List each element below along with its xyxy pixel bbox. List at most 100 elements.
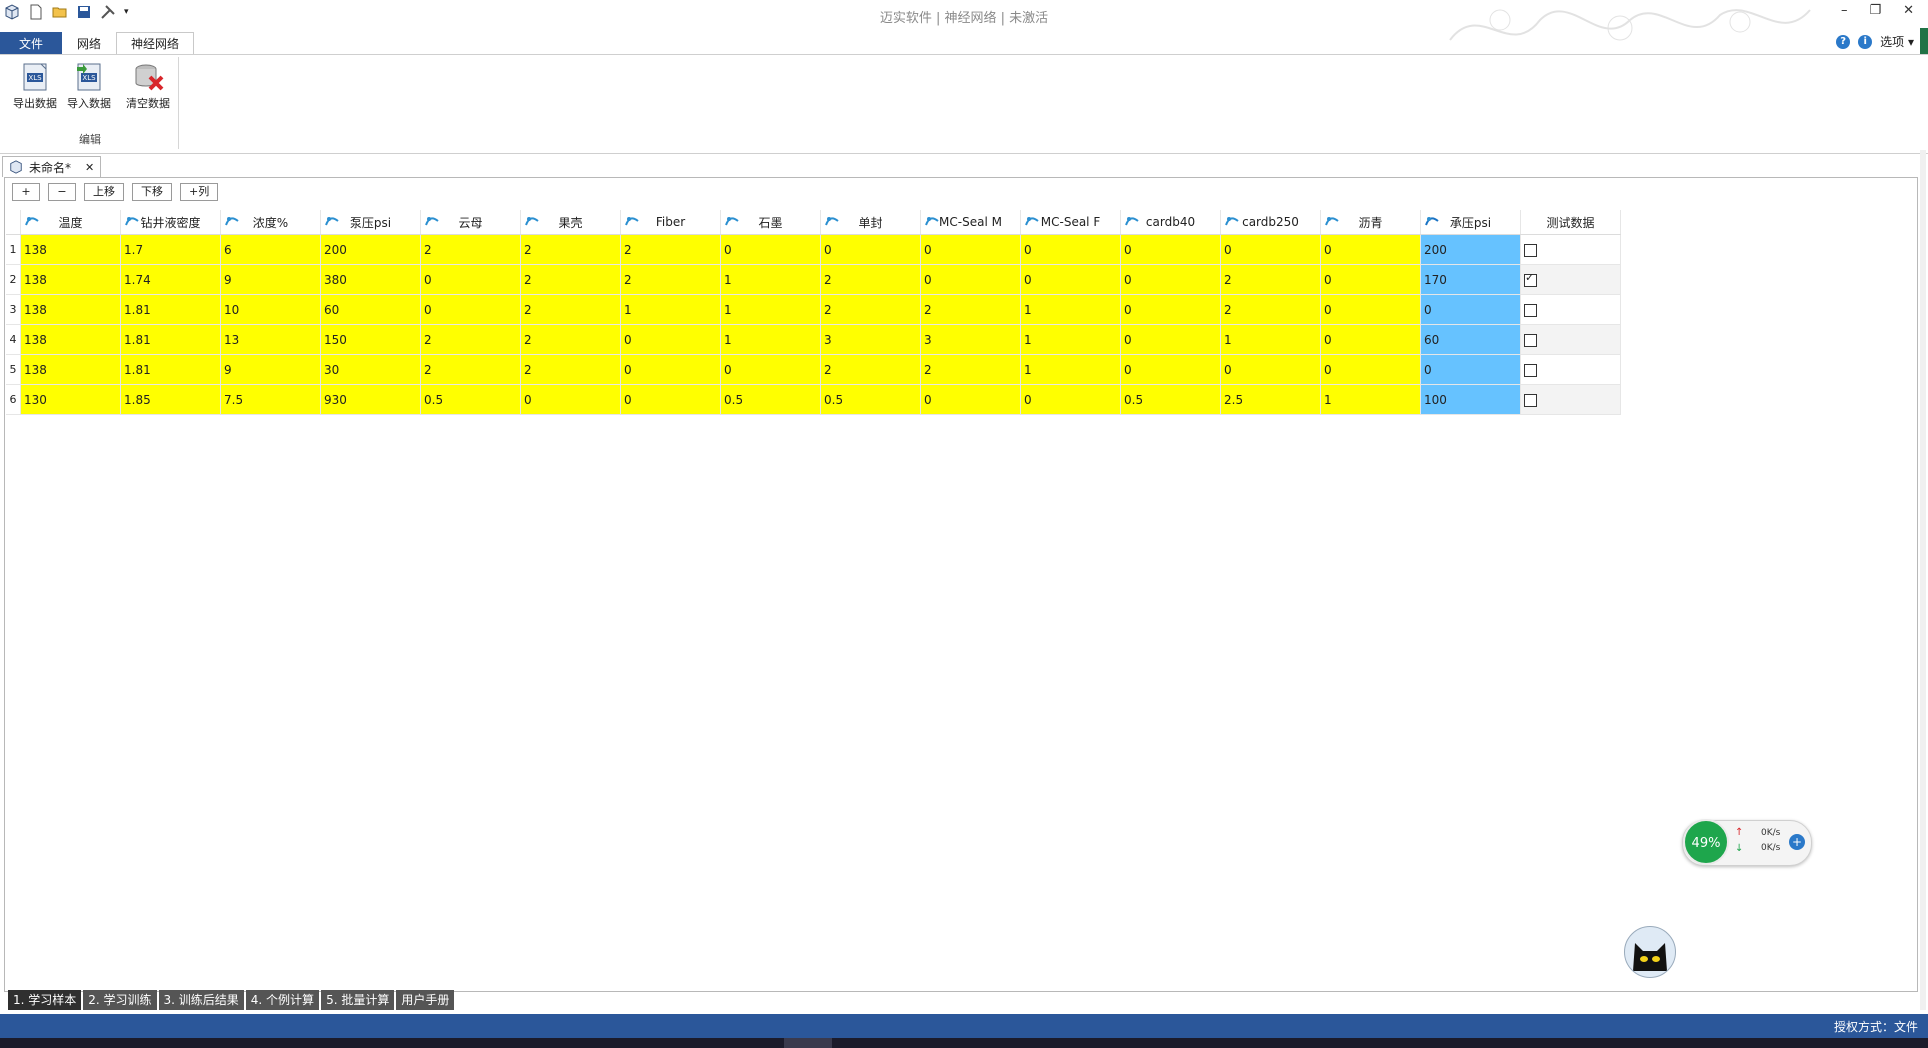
input-cell[interactable]: 2	[520, 354, 621, 385]
input-cell[interactable]: 6	[220, 234, 321, 265]
input-cell[interactable]: 0	[820, 234, 921, 265]
input-cell[interactable]: 9	[220, 264, 321, 295]
test-data-checkbox[interactable]	[1524, 303, 1537, 317]
tab-learning-samples[interactable]: 1. 学习样本	[8, 990, 82, 1010]
taskbar-active-item[interactable]	[784, 1038, 832, 1048]
info-icon[interactable]: i	[1858, 34, 1873, 49]
tab-neural-network[interactable]: 神经网络	[116, 32, 195, 55]
input-cell[interactable]: 130	[20, 384, 121, 415]
input-cell[interactable]: 1	[1220, 324, 1321, 355]
input-cell[interactable]: 0	[1020, 264, 1121, 295]
input-cell[interactable]: 0	[420, 294, 521, 325]
column-header[interactable]: 温度	[20, 210, 121, 235]
input-cell[interactable]: 0	[1320, 264, 1421, 295]
input-cell[interactable]: 30	[320, 354, 421, 385]
input-cell[interactable]: 2	[620, 264, 721, 295]
input-cell[interactable]: 1	[1320, 384, 1421, 415]
tab-network[interactable]: 网络	[62, 32, 116, 55]
remove-row-button[interactable]: −	[48, 183, 76, 201]
input-cell[interactable]: 1	[720, 294, 821, 325]
input-cell[interactable]: 0	[620, 354, 721, 385]
input-cell[interactable]: 0	[1020, 234, 1121, 265]
input-cell[interactable]: 0	[720, 234, 821, 265]
input-cell[interactable]: 0	[1220, 234, 1321, 265]
input-cell[interactable]: 10	[220, 294, 321, 325]
input-cell[interactable]: 2.5	[1220, 384, 1321, 415]
input-cell[interactable]: 138	[20, 264, 121, 295]
input-cell[interactable]: 1.74	[120, 264, 221, 295]
input-cell[interactable]: 3	[820, 324, 921, 355]
input-cell[interactable]: 2	[420, 354, 521, 385]
import-data-button[interactable]: XLS 导入数据	[64, 61, 114, 111]
test-data-checkbox[interactable]	[1524, 363, 1537, 377]
column-header[interactable]: MC-Seal M	[920, 210, 1021, 235]
input-cell[interactable]: 0	[1120, 234, 1221, 265]
help-icon[interactable]: ?	[1836, 34, 1851, 49]
output-cell[interactable]: 60	[1420, 324, 1521, 355]
close-icon[interactable]: ✕	[1903, 3, 1914, 18]
input-cell[interactable]: 2	[420, 234, 521, 265]
input-cell[interactable]: 0	[1020, 384, 1121, 415]
tab-user-manual[interactable]: 用户手册	[396, 990, 455, 1010]
test-data-checkbox[interactable]	[1524, 393, 1537, 407]
input-cell[interactable]: 2	[1220, 264, 1321, 295]
input-cell[interactable]: 9	[220, 354, 321, 385]
network-speed-widget[interactable]: 49% ↑ ↓ 0K/s 0K/s +	[1682, 819, 1812, 866]
input-cell[interactable]: 0	[1320, 354, 1421, 385]
input-cell[interactable]: 0	[720, 354, 821, 385]
input-cell[interactable]: 1.81	[120, 324, 221, 355]
input-cell[interactable]: 1	[1020, 324, 1121, 355]
output-cell[interactable]: 0	[1420, 354, 1521, 385]
input-cell[interactable]: 0	[1320, 234, 1421, 265]
column-header[interactable]: cardb40	[1120, 210, 1221, 235]
output-cell[interactable]: 200	[1420, 234, 1521, 265]
input-cell[interactable]: 138	[20, 234, 121, 265]
column-header[interactable]: 单封	[820, 210, 921, 235]
input-cell[interactable]: 0	[1320, 324, 1421, 355]
output-cell[interactable]: 100	[1420, 384, 1521, 415]
input-cell[interactable]: 0	[920, 234, 1021, 265]
input-cell[interactable]: 0.5	[720, 384, 821, 415]
input-cell[interactable]: 0	[1120, 264, 1221, 295]
column-header[interactable]: 石墨	[720, 210, 821, 235]
add-row-button[interactable]: +	[12, 183, 40, 201]
input-cell[interactable]: 0	[620, 384, 721, 415]
input-cell[interactable]: 2	[820, 264, 921, 295]
input-cell[interactable]: 200	[320, 234, 421, 265]
move-up-button[interactable]: 上移	[84, 183, 124, 201]
column-header[interactable]: MC-Seal F	[1020, 210, 1121, 235]
column-header[interactable]: 浓度%	[220, 210, 321, 235]
input-cell[interactable]: 2	[820, 354, 921, 385]
input-cell[interactable]: 0	[920, 384, 1021, 415]
input-cell[interactable]: 380	[320, 264, 421, 295]
input-cell[interactable]: 2	[920, 294, 1021, 325]
tab-batch-calculation[interactable]: 5. 批量计算	[321, 990, 395, 1010]
assistant-avatar[interactable]	[1624, 926, 1676, 978]
input-cell[interactable]: 1	[1020, 354, 1121, 385]
input-cell[interactable]: 0.5	[420, 384, 521, 415]
tab-single-calculation[interactable]: 4. 个例计算	[245, 990, 320, 1010]
input-cell[interactable]: 1.85	[120, 384, 221, 415]
input-cell[interactable]: 930	[320, 384, 421, 415]
input-cell[interactable]: 1	[720, 264, 821, 295]
column-header[interactable]: cardb250	[1220, 210, 1321, 235]
input-cell[interactable]: 0	[1120, 294, 1221, 325]
input-cell[interactable]: 138	[20, 324, 121, 355]
column-header[interactable]: 承压psi	[1420, 210, 1521, 235]
close-tab-icon[interactable]: ✕	[85, 161, 94, 174]
column-header[interactable]: 钻井液密度	[120, 210, 221, 235]
input-cell[interactable]: 0	[1120, 354, 1221, 385]
test-data-checkbox[interactable]	[1524, 243, 1537, 257]
input-cell[interactable]: 2	[820, 294, 921, 325]
input-cell[interactable]: 138	[20, 294, 121, 325]
input-cell[interactable]: 0.5	[820, 384, 921, 415]
input-cell[interactable]: 7.5	[220, 384, 321, 415]
input-cell[interactable]: 13	[220, 324, 321, 355]
minimize-icon[interactable]: –	[1841, 3, 1848, 18]
restore-icon[interactable]: ❐	[1869, 3, 1881, 18]
input-cell[interactable]: 0	[1320, 294, 1421, 325]
input-cell[interactable]: 138	[20, 354, 121, 385]
tab-training-results[interactable]: 3. 训练后结果	[158, 990, 244, 1010]
input-cell[interactable]: 2	[920, 354, 1021, 385]
input-cell[interactable]: 2	[520, 294, 621, 325]
